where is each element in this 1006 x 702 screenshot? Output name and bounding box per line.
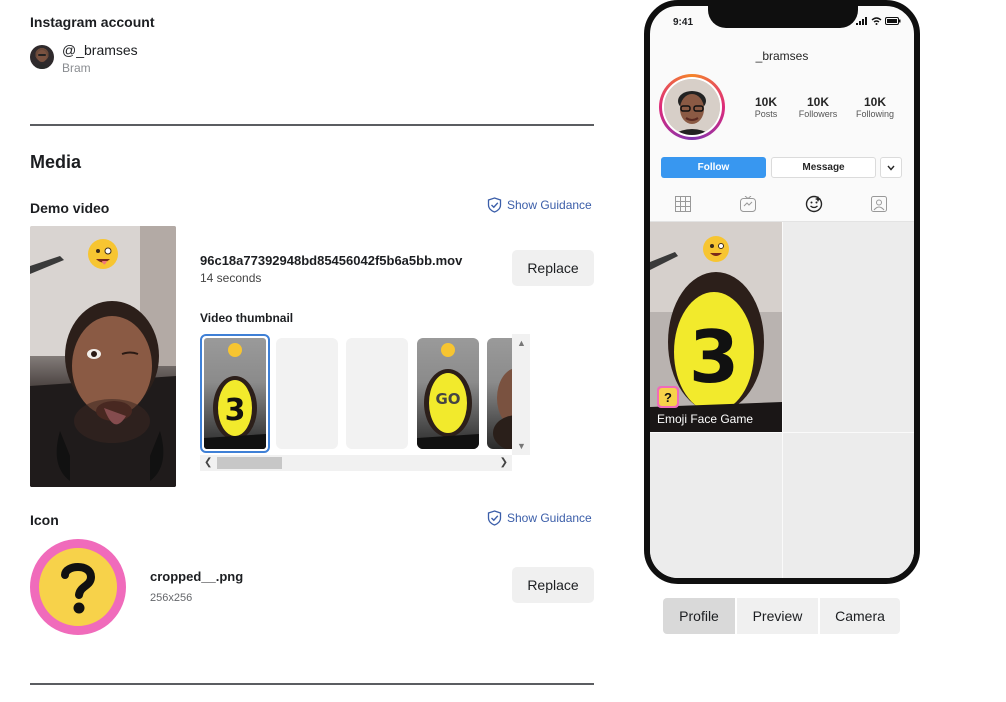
thumbnail-frame[interactable]: GO (417, 338, 479, 449)
svg-text:3: 3 (225, 393, 246, 428)
effects-icon[interactable] (805, 195, 823, 213)
ig-grid-cell (783, 433, 914, 578)
status-time: 9:41 (673, 17, 694, 28)
effect-badge-icon: ? (657, 386, 679, 408)
scroll-thumb[interactable] (217, 457, 282, 469)
ig-more-button[interactable] (880, 157, 902, 178)
ig-stat-value: 10K (754, 95, 777, 109)
demo-video-filename: 96c18a77392948bd85456042f5b6a5bb.mov (200, 253, 463, 268)
signal-icon (856, 17, 867, 25)
tab-profile[interactable]: Profile (663, 598, 735, 634)
effect-name-label: Emoji Face Game (657, 412, 754, 426)
ig-profile-avatar[interactable] (659, 74, 725, 140)
battery-icon (885, 17, 901, 25)
ig-stat-label: Posts (754, 109, 778, 119)
scroll-down-icon[interactable]: ▼ (517, 441, 526, 451)
svg-text:GO: GO (435, 390, 460, 408)
scroll-up-icon[interactable]: ▲ (517, 338, 526, 348)
account-name: Bram (62, 61, 91, 75)
grid-icon[interactable] (675, 196, 691, 212)
icon-dimensions: 256x256 (150, 592, 193, 604)
tab-camera[interactable]: Camera (820, 598, 900, 634)
account-avatar (30, 45, 54, 69)
scroll-right-icon[interactable]: ❯ (500, 457, 508, 468)
replace-icon-button[interactable]: Replace (512, 567, 594, 603)
ig-follow-button[interactable]: Follow (661, 157, 766, 178)
status-icons (856, 17, 901, 25)
media-title: Media (30, 152, 82, 172)
divider (30, 683, 594, 685)
tab-preview[interactable]: Preview (737, 598, 818, 634)
svg-text:3: 3 (689, 315, 739, 399)
tagged-icon[interactable] (871, 196, 887, 212)
ig-stat-label: Followers (798, 109, 838, 119)
chevron-down-icon (887, 165, 895, 171)
ig-username: _bramses (755, 49, 809, 63)
effect-icon-preview (30, 539, 126, 635)
wifi-icon (871, 17, 882, 25)
ig-grid-cell (650, 433, 782, 578)
ig-message-button[interactable]: Message (771, 157, 876, 178)
icon-label: Icon (30, 512, 59, 528)
thumbnail-vertical-scrollbar[interactable]: ▲ ▼ (512, 334, 530, 455)
igtv-icon[interactable] (740, 196, 756, 212)
demo-video-guidance-link[interactable]: Show Guidance (487, 197, 592, 213)
ig-grid-cell (783, 222, 914, 432)
phone-preview: 9:41 _bramses 10K Posts 10K Followers 10… (644, 0, 920, 584)
instagram-account-title: Instagram account (30, 14, 155, 30)
replace-video-button[interactable]: Replace (512, 250, 594, 286)
ig-profile-tabs (650, 192, 914, 222)
thumbnail-empty[interactable] (346, 338, 408, 449)
ig-stat-label: Following (855, 109, 895, 119)
thumbnail-horizontal-scrollbar[interactable]: ❮ ❯ (200, 455, 512, 471)
ig-stat-value: 10K (806, 95, 829, 109)
demo-video-duration: 14 seconds (200, 271, 262, 285)
ig-stat-followers: 10K Followers (794, 95, 842, 119)
ig-stat-value: 10K (863, 95, 886, 109)
thumbnail-empty[interactable] (276, 338, 338, 449)
ig-stat-following: 10K Following (850, 95, 900, 119)
divider (30, 124, 594, 126)
thumbnail-strip[interactable]: 3 GO ▲ ▼ ❮ ❯ (200, 334, 530, 471)
shield-check-icon (487, 510, 502, 526)
icon-filename: cropped__.png (150, 569, 244, 584)
icon-guidance-link[interactable]: Show Guidance (487, 510, 592, 526)
demo-video-preview[interactable] (30, 226, 176, 487)
question-mark-icon (61, 563, 96, 614)
phone-notch (708, 6, 858, 28)
video-thumbnail-label: Video thumbnail (200, 311, 294, 325)
ig-effect-tile[interactable]: 3 ? Emoji Face Game (650, 222, 782, 432)
account-handle: @_bramses (62, 42, 138, 58)
thumbnail-selected[interactable]: 3 (200, 334, 270, 453)
ig-stat-posts: 10K Posts (746, 95, 786, 119)
guidance-label: Show Guidance (507, 511, 592, 525)
demo-video-label: Demo video (30, 200, 110, 216)
shield-check-icon (487, 197, 502, 213)
guidance-label: Show Guidance (507, 198, 592, 212)
scroll-left-icon[interactable]: ❮ (204, 457, 212, 468)
